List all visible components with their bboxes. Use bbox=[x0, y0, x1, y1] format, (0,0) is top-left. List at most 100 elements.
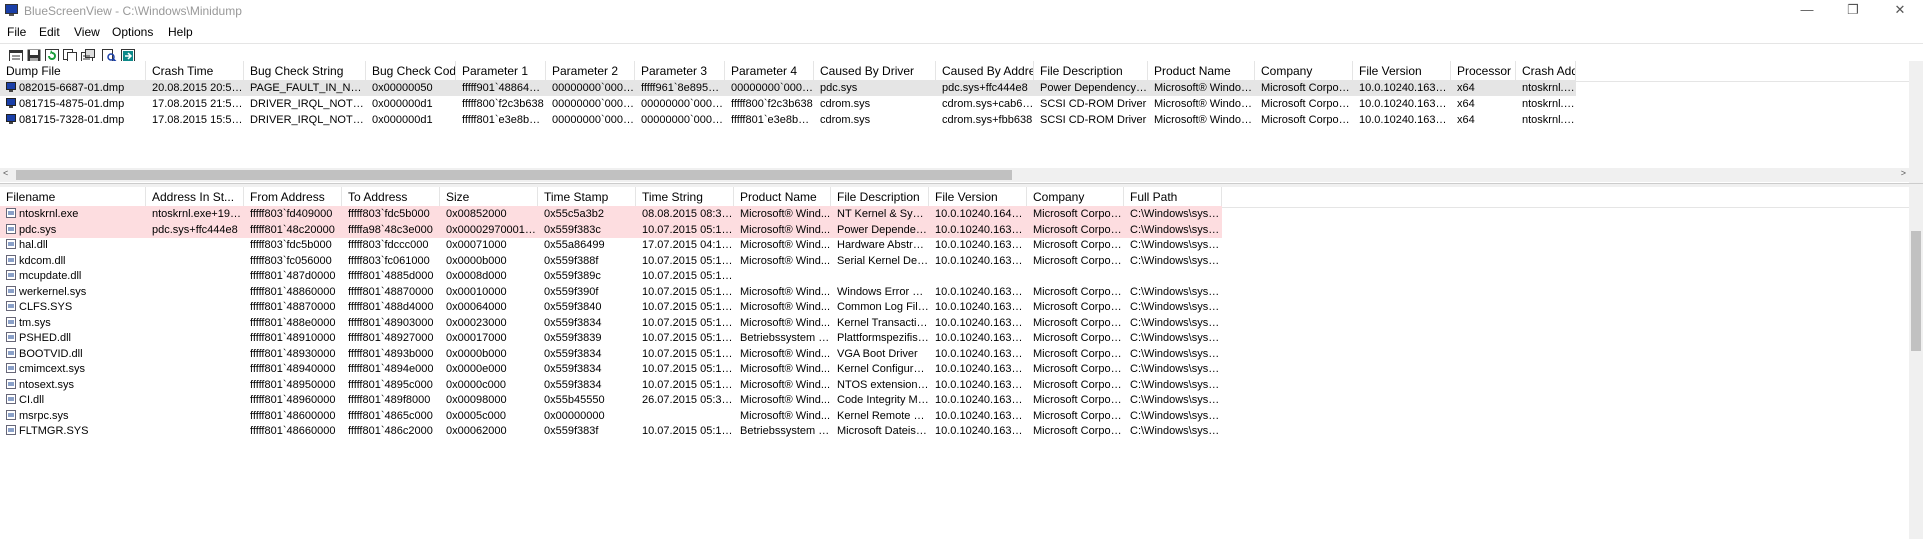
dumps-cell-text: fffff801`e3e8b638 bbox=[462, 114, 546, 126]
driver-row[interactable]: CLFS.SYS fffff801`48870000 fffff801`488d40… bbox=[0, 299, 1923, 315]
drivers-cell-text: 08.08.2015 08:37:38 bbox=[642, 208, 734, 220]
driver-file-icon bbox=[6, 208, 16, 218]
drivers-column-header[interactable]: Address In St... bbox=[146, 187, 244, 207]
dumps-column-header[interactable]: Caused By Address bbox=[936, 61, 1034, 81]
dumps-column-header[interactable]: File Version bbox=[1353, 61, 1451, 81]
driver-row[interactable]: werkernel.sys fffff801`48860000 fffff801`4… bbox=[0, 284, 1923, 300]
dump-list-horizontal-scrollbar[interactable]: < > bbox=[0, 168, 1909, 182]
dump-row[interactable]: 082015-6687-01.dmp 20.08.2015 20:56:27 PAG… bbox=[0, 80, 1923, 96]
drivers-cell-text: 10.07.2015 05:13:03 bbox=[642, 425, 734, 437]
driver-row[interactable]: ntoskrnl.exe ntoskrnl.exe+19e04a fffff803`… bbox=[0, 206, 1923, 222]
menu-options[interactable]: Options bbox=[112, 25, 153, 39]
driver-list[interactable]: Filename Address In St... From Address To A… bbox=[0, 187, 1923, 539]
scroll-right-icon[interactable]: > bbox=[1901, 168, 1906, 178]
menu-edit[interactable]: Edit bbox=[39, 25, 60, 39]
driver-row[interactable]: msrpc.sys fffff801`48600000 fffff801`4865c… bbox=[0, 408, 1923, 424]
drivers-cell: fffff801`48910000 bbox=[244, 330, 342, 346]
dump-list-scroll-thumb[interactable] bbox=[16, 170, 1012, 180]
driver-row[interactable]: mcupdate.dll fffff801`487d0000 fffff801`48… bbox=[0, 268, 1923, 284]
drivers-cell-text: fffff803`fc061000 bbox=[348, 254, 430, 267]
drivers-column-header[interactable]: File Description bbox=[831, 187, 929, 207]
drivers-cell-text: 0x0000b000 bbox=[446, 347, 507, 360]
dumps-column-header[interactable]: Dump File bbox=[0, 61, 146, 81]
dumps-column-header[interactable]: Crash Address bbox=[1516, 61, 1576, 81]
driver-list-header: Filename Address In St... From Address To A… bbox=[0, 187, 1923, 208]
dumps-column-header[interactable]: File Description bbox=[1034, 61, 1148, 81]
drivers-cell: 10.07.2015 05:13:03 bbox=[636, 423, 734, 439]
driver-row[interactable]: FLTMGR.SYS fffff801`48660000 fffff801`486c… bbox=[0, 423, 1923, 439]
drivers-cell: Microsoft® Wind... bbox=[734, 408, 831, 424]
drivers-cell bbox=[146, 346, 244, 362]
drivers-cell: pdc.sys bbox=[0, 221, 146, 238]
menu-help[interactable]: Help bbox=[168, 25, 193, 39]
dumps-column-header[interactable]: Company bbox=[1255, 61, 1353, 81]
drivers-column-header[interactable]: To Address bbox=[342, 187, 440, 207]
drivers-cell-text: 10.07.2015 05:13:04 bbox=[642, 301, 734, 313]
driver-file-icon bbox=[6, 270, 16, 280]
dump-row[interactable]: 081715-4875-01.dmp 17.08.2015 21:56:45 DRI… bbox=[0, 96, 1923, 112]
dumps-cell-text: x64 bbox=[1457, 82, 1475, 94]
driver-row[interactable]: tm.sys fffff801`488e0000 fffff801`48903000… bbox=[0, 315, 1923, 331]
drivers-column-header[interactable]: File Version bbox=[929, 187, 1027, 207]
drivers-cell: 10.07.2015 05:12:52 bbox=[636, 377, 734, 393]
dump-list[interactable]: Dump File Crash Time Bug Check String Bug C… bbox=[0, 61, 1923, 183]
driver-row[interactable]: pdc.sys pdc.sys+ffc444e8 fffff801`48c20000… bbox=[0, 221, 1923, 238]
driver-row[interactable]: hal.dll fffff803`fdc5b000 fffff803`fdccc00… bbox=[0, 237, 1923, 253]
dumps-column-header[interactable]: Parameter 2 bbox=[546, 61, 635, 81]
drivers-cell: tm.sys bbox=[0, 315, 146, 331]
drivers-cell-text: fffff803`fd409000 bbox=[250, 208, 333, 220]
driver-list-vertical-scrollbar[interactable] bbox=[1909, 187, 1923, 539]
drivers-cell: fffff801`48960000 bbox=[244, 392, 342, 408]
dump-list-vertical-scrollbar[interactable] bbox=[1909, 61, 1923, 183]
dumps-cell-text: cdrom.sys bbox=[820, 98, 871, 110]
scroll-left-icon[interactable]: < bbox=[3, 168, 8, 178]
dumps-column-header[interactable]: Product Name bbox=[1148, 61, 1255, 81]
drivers-cell-text: fffff801`48940000 bbox=[250, 363, 336, 375]
dumps-column-header[interactable]: Parameter 1 bbox=[456, 61, 546, 81]
drivers-column-header[interactable]: Full Path bbox=[1124, 187, 1222, 207]
dumps-column-header[interactable]: Bug Check String bbox=[244, 61, 366, 81]
drivers-cell: fffff801`488d4000 bbox=[342, 299, 440, 315]
restore-icon: ❐ bbox=[1847, 2, 1859, 17]
drivers-column-header[interactable]: Filename bbox=[0, 187, 146, 207]
driver-row[interactable]: BOOTVID.dll fffff801`48930000 fffff801`489… bbox=[0, 346, 1923, 362]
drivers-cell: 10.07.2015 05:16:31 bbox=[636, 284, 734, 300]
dumps-cell-text: fffff800`f2c3b638 bbox=[731, 98, 813, 110]
minimize-button[interactable]: — bbox=[1784, 0, 1830, 22]
drivers-cell-text: C:\Windows\syste... bbox=[1130, 394, 1222, 406]
dump-row[interactable]: 081715-7328-01.dmp 17.08.2015 15:56:46 DRI… bbox=[0, 112, 1923, 128]
drivers-cell-text: Microsoft Corpora... bbox=[1033, 332, 1124, 344]
drivers-cell-text: C:\Windows\syste... bbox=[1130, 254, 1222, 267]
close-button[interactable]: ✕ bbox=[1877, 0, 1923, 22]
dumps-column-header[interactable]: Parameter 4 bbox=[725, 61, 814, 81]
dumps-column-header[interactable]: Processor bbox=[1451, 61, 1516, 81]
drivers-column-header[interactable]: Time String bbox=[636, 187, 734, 207]
driver-row[interactable]: cmimcext.sys fffff801`48940000 fffff801`48… bbox=[0, 361, 1923, 377]
driver-row[interactable]: PSHED.dll fffff801`48910000 fffff801`48927… bbox=[0, 330, 1923, 346]
drivers-cell-text: Microsoft Corpora... bbox=[1033, 223, 1124, 236]
drivers-cell: 0x559f3834 bbox=[538, 315, 636, 331]
driver-list-scroll-thumb[interactable] bbox=[1911, 231, 1921, 351]
drivers-cell: 10.0.10240.16384 (t... bbox=[929, 392, 1027, 408]
drivers-column-header[interactable]: Size bbox=[440, 187, 538, 207]
menu-file[interactable]: File bbox=[7, 25, 26, 39]
drivers-cell-text: 0x00010000 bbox=[446, 285, 507, 298]
dumps-column-header[interactable]: Crash Time bbox=[146, 61, 244, 81]
dump-list-header: Dump File Crash Time Bug Check String Bug C… bbox=[0, 61, 1923, 82]
drivers-column-header[interactable]: Time Stamp bbox=[538, 187, 636, 207]
drivers-cell: 08.08.2015 08:37:38 bbox=[636, 206, 734, 222]
driver-row[interactable]: CI.dll fffff801`48960000 fffff801`489f8000… bbox=[0, 392, 1923, 408]
menu-view[interactable]: View bbox=[74, 25, 100, 39]
drivers-column-header[interactable]: From Address bbox=[244, 187, 342, 207]
dumps-cell-text: 0x00000050 bbox=[372, 82, 433, 94]
drivers-cell-text: C:\Windows\syste... bbox=[1130, 409, 1222, 422]
dumps-column-header[interactable]: Caused By Driver bbox=[814, 61, 936, 81]
driver-row[interactable]: kdcom.dll fffff803`fc056000 fffff803`fc061… bbox=[0, 253, 1923, 269]
drivers-column-header[interactable]: Company bbox=[1027, 187, 1124, 207]
dumps-column-header[interactable]: Bug Check Code bbox=[366, 61, 456, 81]
drivers-column-header[interactable]: Product Name bbox=[734, 187, 831, 207]
drivers-cell-text: fffff801`48903000 bbox=[348, 316, 434, 329]
driver-row[interactable]: ntosext.sys fffff801`48950000 fffff801`489… bbox=[0, 377, 1923, 393]
maximize-button[interactable]: ❐ bbox=[1830, 0, 1876, 22]
dumps-column-header[interactable]: Parameter 3 bbox=[635, 61, 725, 81]
